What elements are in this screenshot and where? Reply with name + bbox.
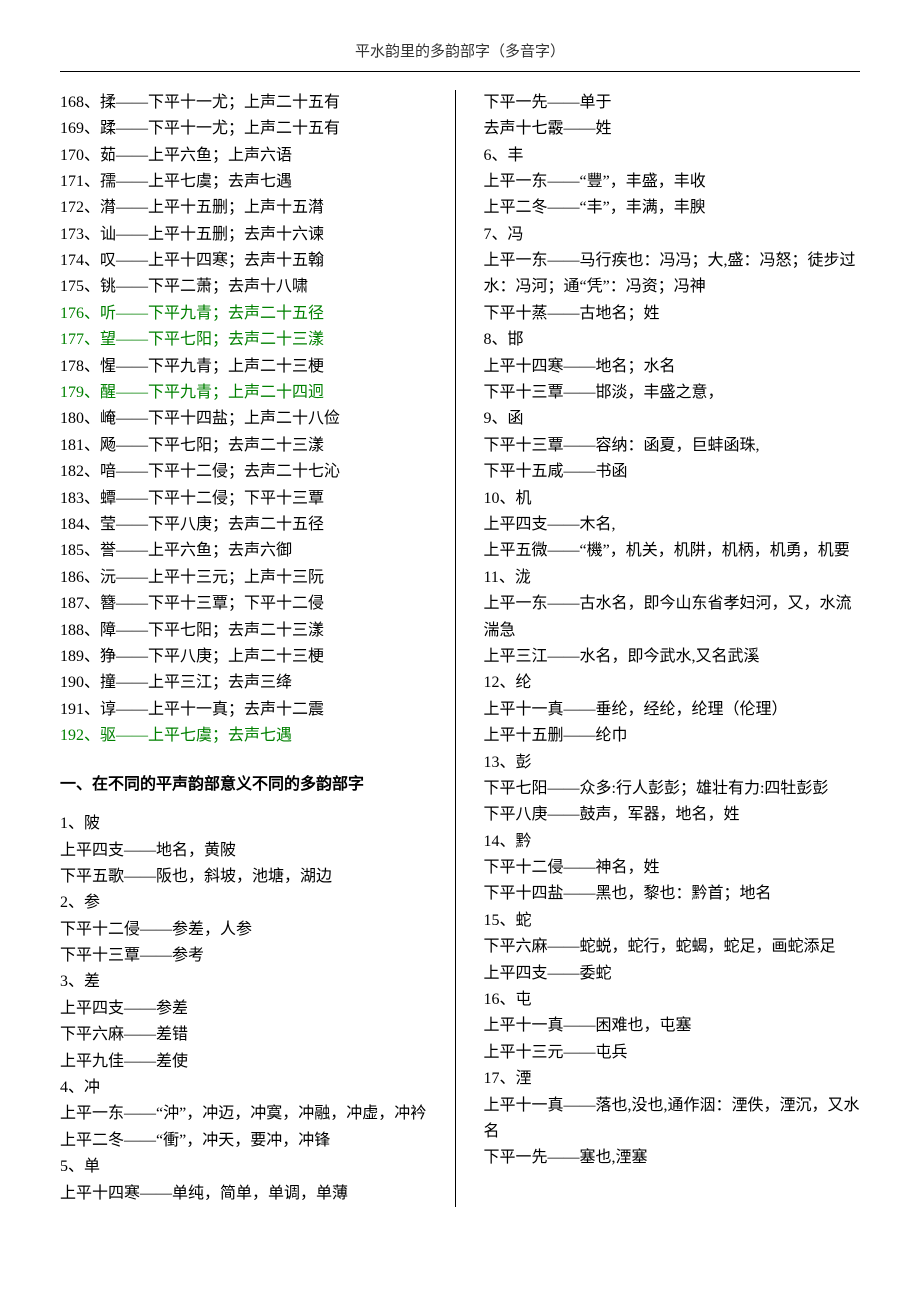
- list-item: 170、茹——上平六鱼；上声六语: [60, 143, 437, 169]
- entry-line: 下平十三覃——邯淡，丰盛之意，: [484, 380, 861, 406]
- list-item: 187、簪——下平十三覃；下平十二侵: [60, 591, 437, 617]
- entry-line: 下平五歌——阪也，斜坡，池塘，湖边: [60, 864, 437, 890]
- entry-line: 9、函: [484, 406, 861, 432]
- entry-line: 下平十蒸——古地名；姓: [484, 301, 861, 327]
- two-column-layout: 168、揉——下平十一尤；上声二十五有169、蹂——下平十一尤；上声二十五有17…: [60, 90, 860, 1207]
- entry-line: 上平十五删——纶巾: [484, 723, 861, 749]
- entry-line: 下平一先——塞也,湮塞: [484, 1145, 861, 1171]
- list-item: 179、醒——下平九青；上声二十四迥: [60, 380, 437, 406]
- entry-line: 上平十四寒——地名；水名: [484, 354, 861, 380]
- list-item: 180、崦——下平十四盐；上声二十八俭: [60, 406, 437, 432]
- entry-line: 15、蛇: [484, 908, 861, 934]
- list-item: 171、孺——上平七虞；去声七遇: [60, 169, 437, 195]
- right-column: 下平一先——单于去声十七霰——姓6、丰上平一东——“豐”，丰盛，丰收上平二冬——…: [466, 90, 861, 1207]
- entry-line: 1、陂: [60, 811, 437, 837]
- entry-line: 下平十二侵——神名，姓: [484, 855, 861, 881]
- entry-line: 上平九佳——差使: [60, 1049, 437, 1075]
- entry-line: 上平二冬——“丰”，丰满，丰腴: [484, 195, 861, 221]
- entry-line: 下平十四盐——黑也，黎也：黔首；地名: [484, 881, 861, 907]
- entry-line: 14、黔: [484, 829, 861, 855]
- entry-line: 上平四支——木名,: [484, 512, 861, 538]
- entry-line: 下平一先——单于: [484, 90, 861, 116]
- list-item: 175、铫——下平二萧；去声十八啸: [60, 274, 437, 300]
- entry-line: 上平一东——古水名，即今山东省孝妇河，又，水流湍急: [484, 591, 861, 644]
- left-column: 168、揉——下平十一尤；上声二十五有169、蹂——下平十一尤；上声二十五有17…: [60, 90, 456, 1207]
- title-underline: [60, 71, 860, 72]
- list-item: 186、沅——上平十三元；上声十三阮: [60, 565, 437, 591]
- entry-line: 下平十三覃——容纳：函夏，巨蚌函珠,: [484, 433, 861, 459]
- entry-line: 3、差: [60, 969, 437, 995]
- entry-line: 上平一东——马行疾也：冯冯；大,盛：冯怒；徒步过水：冯河；通“凭”：冯资；冯神: [484, 248, 861, 301]
- entry-line: 上平五微——“機”，机关，机阱，机柄，机勇，机要: [484, 538, 861, 564]
- entry-line: 10、机: [484, 486, 861, 512]
- entry-line: 下平六麻——差错: [60, 1022, 437, 1048]
- list-item: 172、潸——上平十五删；上声十五潸: [60, 195, 437, 221]
- list-item: 178、惺——下平九青；上声二十三梗: [60, 354, 437, 380]
- entry-line: 上平十一真——落也,没也,通作洇：湮佚，湮沉，又水名: [484, 1093, 861, 1146]
- entry-line: 上平四支——参差: [60, 996, 437, 1022]
- list-item: 188、障——下平七阳；去声二十三漾: [60, 618, 437, 644]
- entry-line: 12、纶: [484, 670, 861, 696]
- entry-line: 上平十三元——屯兵: [484, 1040, 861, 1066]
- entry-line: 6、丰: [484, 143, 861, 169]
- entry-line: 上平十一真——困难也，屯塞: [484, 1013, 861, 1039]
- page-title: 平水韵里的多韵部字（多音字）: [60, 40, 860, 65]
- list-item: 189、狰——下平八庚；上声二十三梗: [60, 644, 437, 670]
- list-item: 183、蟫——下平十二侵；下平十三覃: [60, 486, 437, 512]
- entry-line: 4、冲: [60, 1075, 437, 1101]
- entry-line: 下平八庚——鼓声，军器，地名，姓: [484, 802, 861, 828]
- entry-line: 上平四支——地名，黄陂: [60, 838, 437, 864]
- entry-line: 上平二冬——“衝”，冲天，要冲，冲锋: [60, 1128, 437, 1154]
- entry-line: 7、冯: [484, 222, 861, 248]
- entry-line: 下平七阳——众多:行人彭彭；雄壮有力:四牡彭彭: [484, 776, 861, 802]
- entry-line: 11、泷: [484, 565, 861, 591]
- entry-line: 上平一东——“沖”，冲迈，冲寞，冲融，冲虚，冲衿: [60, 1101, 437, 1127]
- list-item: 184、莹——下平八庚；去声二十五径: [60, 512, 437, 538]
- list-item: 181、飏——下平七阳；去声二十三漾: [60, 433, 437, 459]
- list-item: 168、揉——下平十一尤；上声二十五有: [60, 90, 437, 116]
- list-item: 173、讪——上平十五删；去声十六谏: [60, 222, 437, 248]
- entry-line: 上平十一真——垂纶，经纶，纶理（伦理）: [484, 697, 861, 723]
- entry-line: 13、彭: [484, 750, 861, 776]
- list-item: 176、听——下平九青；去声二十五径: [60, 301, 437, 327]
- list-item: 185、誉——上平六鱼；去声六御: [60, 538, 437, 564]
- entry-line: 2、参: [60, 890, 437, 916]
- list-item: 192、驱——上平七虞；去声七遇: [60, 723, 437, 749]
- entry-line: 8、邯: [484, 327, 861, 353]
- entry-line: 下平六麻——蛇蜕，蛇行，蛇蝎，蛇足，画蛇添足: [484, 934, 861, 960]
- list-item: 174、叹——上平十四寒；去声十五翰: [60, 248, 437, 274]
- list-item: 177、望——下平七阳；去声二十三漾: [60, 327, 437, 353]
- list-item: 169、蹂——下平十一尤；上声二十五有: [60, 116, 437, 142]
- entry-line: 去声十七霰——姓: [484, 116, 861, 142]
- entry-line: 下平十三覃——参考: [60, 943, 437, 969]
- entry-line: 下平十五咸——书函: [484, 459, 861, 485]
- entry-line: 5、单: [60, 1154, 437, 1180]
- entry-line: 下平十二侵——参差，人参: [60, 917, 437, 943]
- entry-line: 上平三江——水名，即今武水,又名武溪: [484, 644, 861, 670]
- entry-line: 上平十四寒——单纯，简单，单调，单薄: [60, 1181, 437, 1207]
- entry-line: 16、屯: [484, 987, 861, 1013]
- entry-line: 上平四支——委蛇: [484, 961, 861, 987]
- list-item: 190、撞——上平三江；去声三绛: [60, 670, 437, 696]
- list-item: 182、喑——下平十二侵；去声二十七沁: [60, 459, 437, 485]
- list-item: 191、谆——上平十一真；去声十二震: [60, 697, 437, 723]
- section-heading: 一、在不同的平声韵部意义不同的多韵部字: [60, 772, 437, 798]
- entry-line: 上平一东——“豐”，丰盛，丰收: [484, 169, 861, 195]
- entry-line: 17、湮: [484, 1066, 861, 1092]
